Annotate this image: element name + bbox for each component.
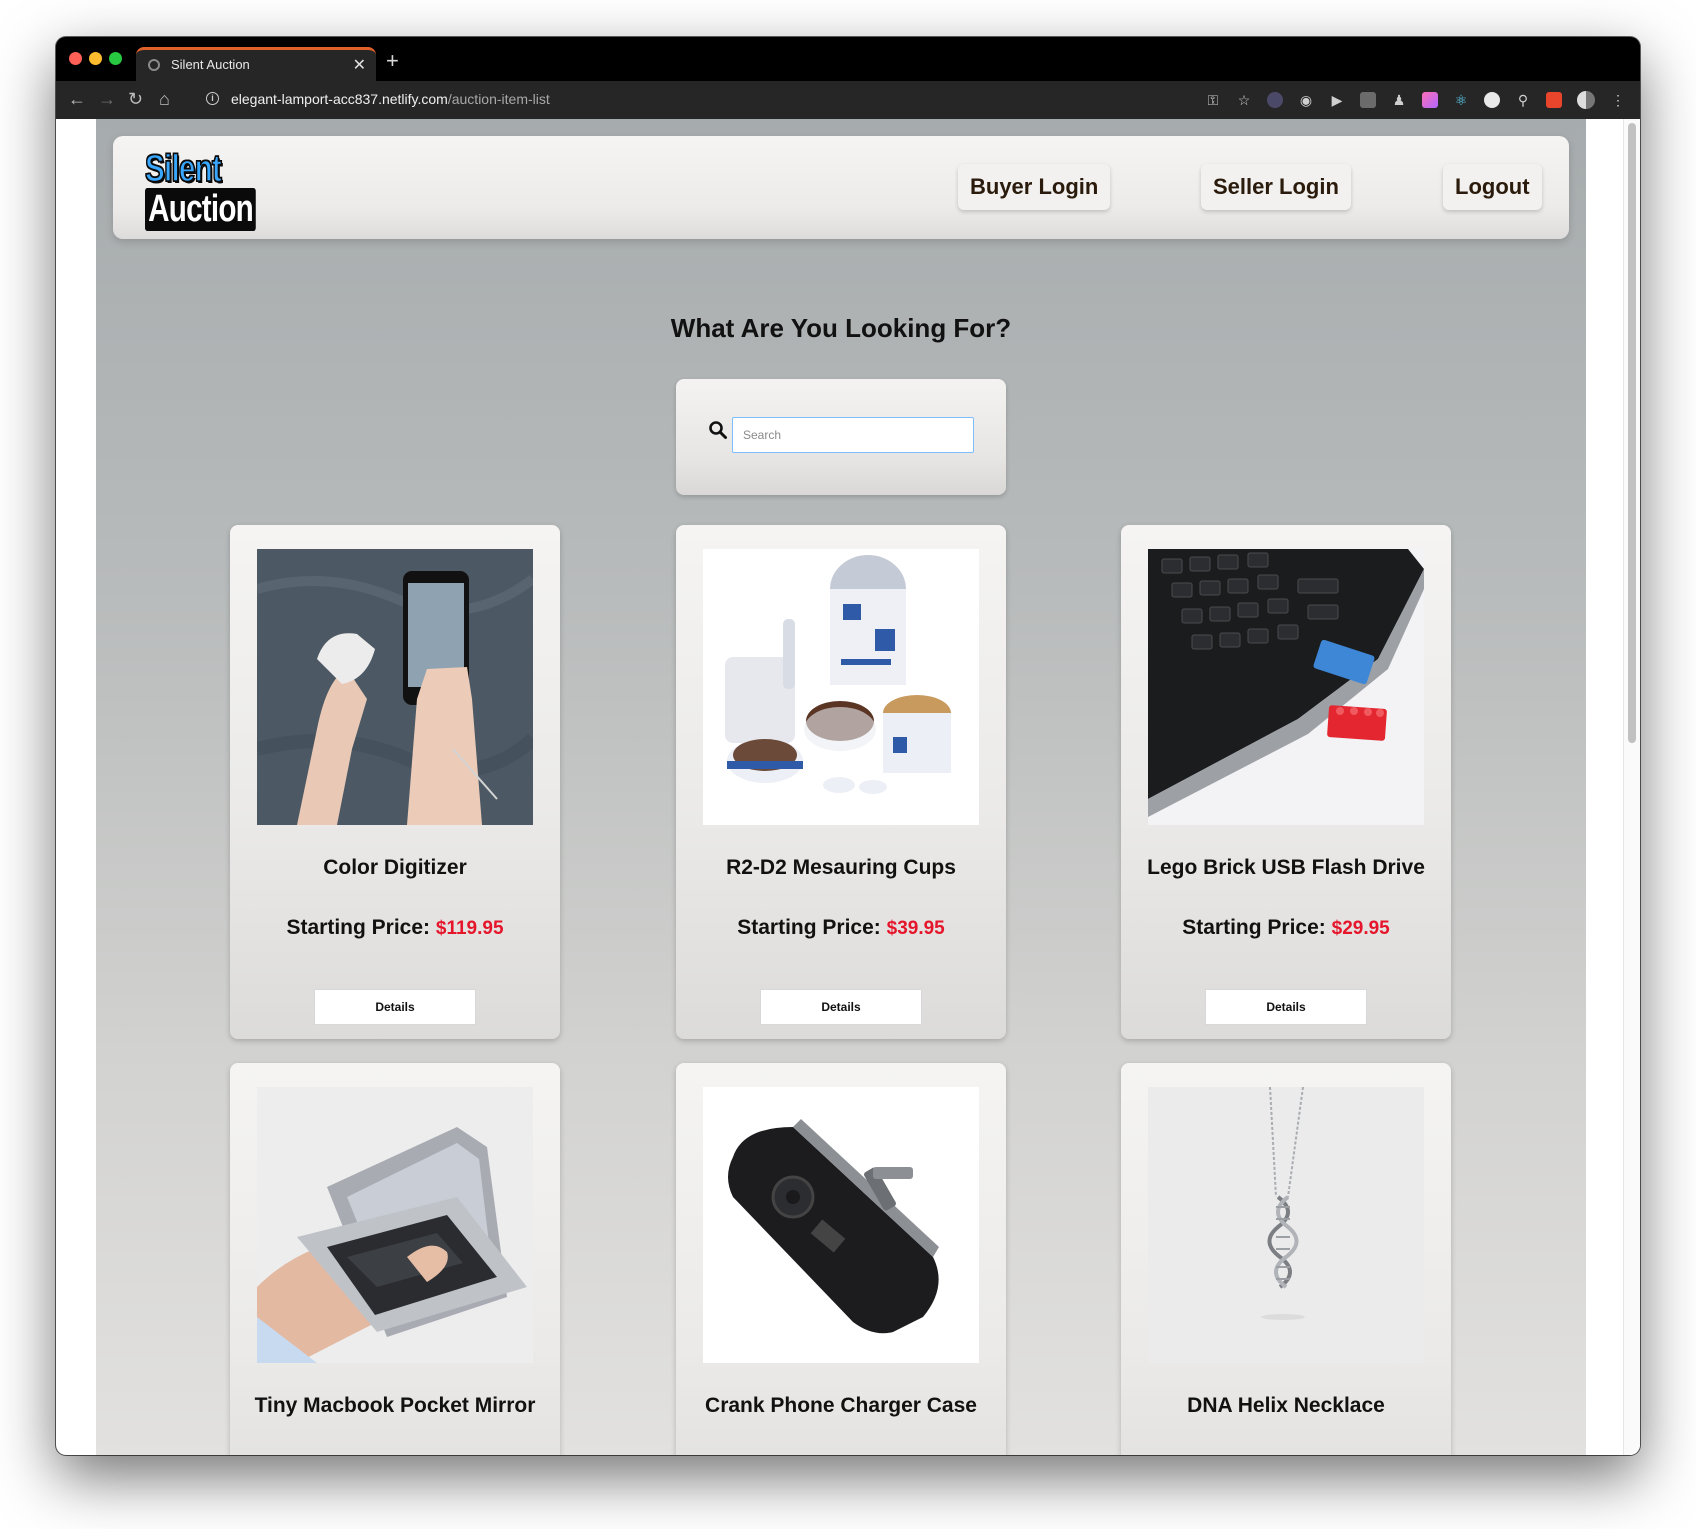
logout-link[interactable]: Logout: [1443, 164, 1542, 210]
page-viewport: Silent Auction Buyer Login Seller Login …: [56, 119, 1640, 1455]
scrollbar-thumb[interactable]: [1628, 123, 1636, 743]
pin-icon[interactable]: ⚲: [1515, 92, 1531, 108]
price-value: $39.95: [886, 918, 945, 939]
item-image[interactable]: [703, 1087, 979, 1363]
details-button[interactable]: Details: [1205, 989, 1367, 1025]
site-header: Silent Auction Buyer Login Seller Login …: [113, 136, 1569, 239]
price-label: Starting Price:: [737, 916, 881, 939]
price-label: Starting Price:: [286, 916, 431, 939]
item-image[interactable]: [703, 549, 979, 825]
star-icon[interactable]: ☆: [1236, 92, 1252, 108]
extension-icon[interactable]: [1422, 92, 1438, 108]
search-card: [676, 379, 1006, 495]
page-scrollbar[interactable]: [1623, 119, 1640, 1455]
item-price: Starting Price: $29.95: [1121, 916, 1451, 940]
key-icon[interactable]: ⚿: [1205, 92, 1221, 108]
lego-usb-drive-photo: [1148, 549, 1424, 825]
browser-tab[interactable]: Silent Auction ✕: [136, 47, 376, 81]
extension-icon[interactable]: [1546, 92, 1562, 108]
r2d2-measuring-cups-photo: [703, 549, 979, 825]
price-label: Starting Price:: [1182, 916, 1326, 939]
site-info-icon[interactable]: i: [206, 92, 219, 105]
forward-arrow-icon[interactable]: →: [98, 89, 116, 109]
extension-icon[interactable]: [1267, 92, 1283, 108]
details-button[interactable]: Details: [314, 989, 476, 1025]
crank-charger-photo: [703, 1087, 979, 1363]
browser-toolbar: ← → ↻ ⌂ i elegant-lamport-acc837.netlify…: [56, 81, 1640, 119]
item-image[interactable]: [257, 1087, 533, 1363]
item-name: Crank Phone Charger Case: [705, 1394, 977, 1417]
lightbulb-icon[interactable]: ◉: [1298, 92, 1314, 108]
item-name: DNA Helix Necklace: [1187, 1394, 1385, 1417]
minimize-window-button[interactable]: [89, 52, 102, 65]
search-icon: [709, 421, 727, 439]
item-card: Lego Brick USB Flash Drive Starting Pric…: [1121, 525, 1451, 1039]
item-card: DNA Helix Necklace: [1121, 1063, 1451, 1455]
item-name: R2-D2 Mesauring Cups: [726, 856, 956, 879]
new-tab-button[interactable]: +: [386, 50, 399, 72]
item-price: Starting Price: $119.95: [230, 916, 560, 940]
item-card: Color Digitizer Starting Price: $119.95 …: [230, 525, 560, 1039]
item-name: Tiny Macbook Pocket Mirror: [254, 1394, 536, 1417]
seller-login-link[interactable]: Seller Login: [1201, 164, 1351, 210]
app-container: Silent Auction Buyer Login Seller Login …: [96, 119, 1586, 1455]
zoom-window-button[interactable]: [109, 52, 122, 65]
item-name: Lego Brick USB Flash Drive: [1147, 856, 1425, 879]
address-bar[interactable]: elegant-lamport-acc837.netlify.com/aucti…: [231, 91, 550, 107]
item-image[interactable]: [1148, 1087, 1424, 1363]
item-card: R2-D2 Mesauring Cups Starting Price: $39…: [676, 525, 1006, 1039]
details-button[interactable]: Details: [760, 989, 922, 1025]
url-host: elegant-lamport-acc837.netlify.com: [231, 91, 448, 107]
logo-text-silent: Silent: [144, 147, 222, 191]
close-window-button[interactable]: [69, 52, 82, 65]
macbook-mirror-photo: [257, 1087, 533, 1363]
globe-icon: [148, 59, 160, 71]
menu-dots-icon[interactable]: ⋮: [1610, 92, 1626, 108]
logo-text-auction: Auction: [145, 188, 257, 231]
tab-title: Silent Auction: [171, 57, 250, 72]
url-path: /auction-item-list: [447, 91, 550, 107]
extension-icons: ⚿ ☆ ◉ ▶ ♟ ⚛ ⚲ ⋮: [1205, 90, 1626, 110]
home-icon[interactable]: ⌂: [159, 89, 170, 109]
react-icon[interactable]: ⚛: [1453, 92, 1469, 108]
item-image[interactable]: [1148, 549, 1424, 825]
profile-avatar[interactable]: [1577, 91, 1595, 109]
search-input[interactable]: [732, 417, 974, 453]
buyer-login-link[interactable]: Buyer Login: [958, 164, 1111, 210]
reload-icon[interactable]: ↻: [128, 89, 143, 109]
item-card: Tiny Macbook Pocket Mirror: [230, 1063, 560, 1455]
item-image[interactable]: [257, 549, 533, 825]
page-title: What Are You Looking For?: [670, 313, 1012, 343]
price-value: $119.95: [435, 918, 504, 939]
close-tab-icon[interactable]: ✕: [353, 55, 366, 75]
extension-icon[interactable]: [1360, 92, 1376, 108]
back-arrow-icon[interactable]: ←: [68, 89, 86, 109]
item-name: Color Digitizer: [323, 856, 467, 879]
item-price: Starting Price: $39.95: [676, 916, 1006, 940]
price-value: $29.95: [1331, 918, 1390, 939]
color-digitizer-photo: [257, 549, 533, 825]
extension-icon[interactable]: [1484, 92, 1500, 108]
tab-bar: Silent Auction ✕ +: [56, 37, 1640, 81]
browser-window: Silent Auction ✕ + ← → ↻ ⌂ i elegant-lam…: [56, 37, 1640, 1455]
extension-icon[interactable]: ♟: [1391, 92, 1407, 108]
item-card: Crank Phone Charger Case: [676, 1063, 1006, 1455]
play-icon[interactable]: ▶: [1329, 92, 1345, 108]
site-logo[interactable]: Silent Auction: [144, 147, 257, 231]
dna-necklace-photo: [1148, 1087, 1424, 1363]
